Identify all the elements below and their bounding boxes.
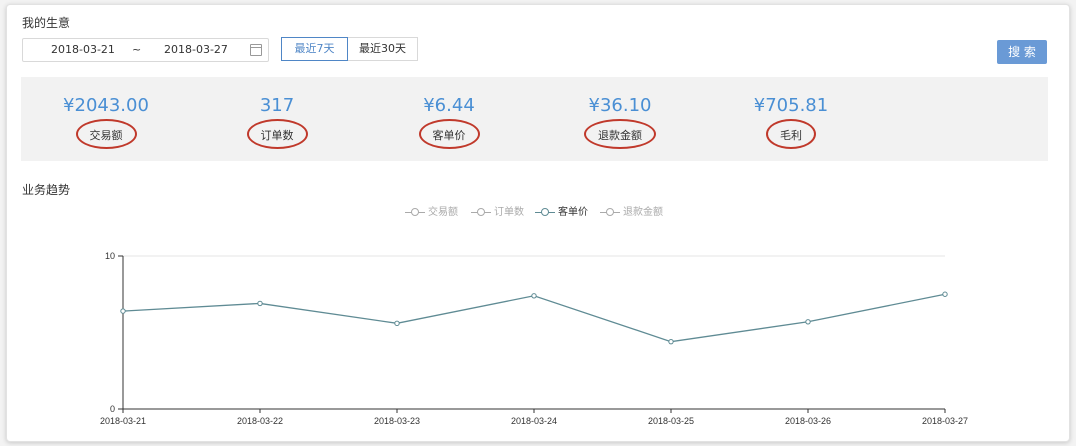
range-7-days-button[interactable]: 最近7天 bbox=[281, 37, 348, 61]
stat-label: 毛利 bbox=[780, 129, 802, 142]
data-point bbox=[531, 293, 537, 299]
x-tick-label: 2018-03-24 bbox=[511, 416, 557, 426]
data-point bbox=[805, 319, 811, 325]
x-tick-label: 2018-03-23 bbox=[374, 416, 420, 426]
data-point bbox=[257, 300, 263, 307]
stat-label: 订单数 bbox=[260, 129, 294, 142]
y-tick-label: 10 bbox=[105, 251, 115, 261]
x-tick-label: 2018-03-27 bbox=[922, 416, 968, 426]
data-point bbox=[120, 308, 126, 314]
trend-chart: 0 10 2018-03-21 2018-03-22 2018-03-23 2018-03… bbox=[100, 251, 968, 426]
data-point bbox=[394, 320, 400, 327]
x-tick-label: 2018-03-26 bbox=[785, 416, 831, 426]
y-tick-label: 0 bbox=[110, 404, 115, 414]
stat-label: 交易额 bbox=[89, 129, 123, 142]
stat-label: 退款金额 bbox=[598, 129, 642, 142]
data-point bbox=[668, 338, 674, 345]
series-line bbox=[122, 293, 946, 343]
x-tick-label: 2018-03-25 bbox=[648, 416, 694, 426]
x-tick-label: 2018-03-21 bbox=[100, 416, 146, 426]
data-point bbox=[942, 291, 948, 297]
stat-label: 客单价 bbox=[432, 129, 466, 142]
x-tick-label: 2018-03-22 bbox=[237, 416, 283, 426]
